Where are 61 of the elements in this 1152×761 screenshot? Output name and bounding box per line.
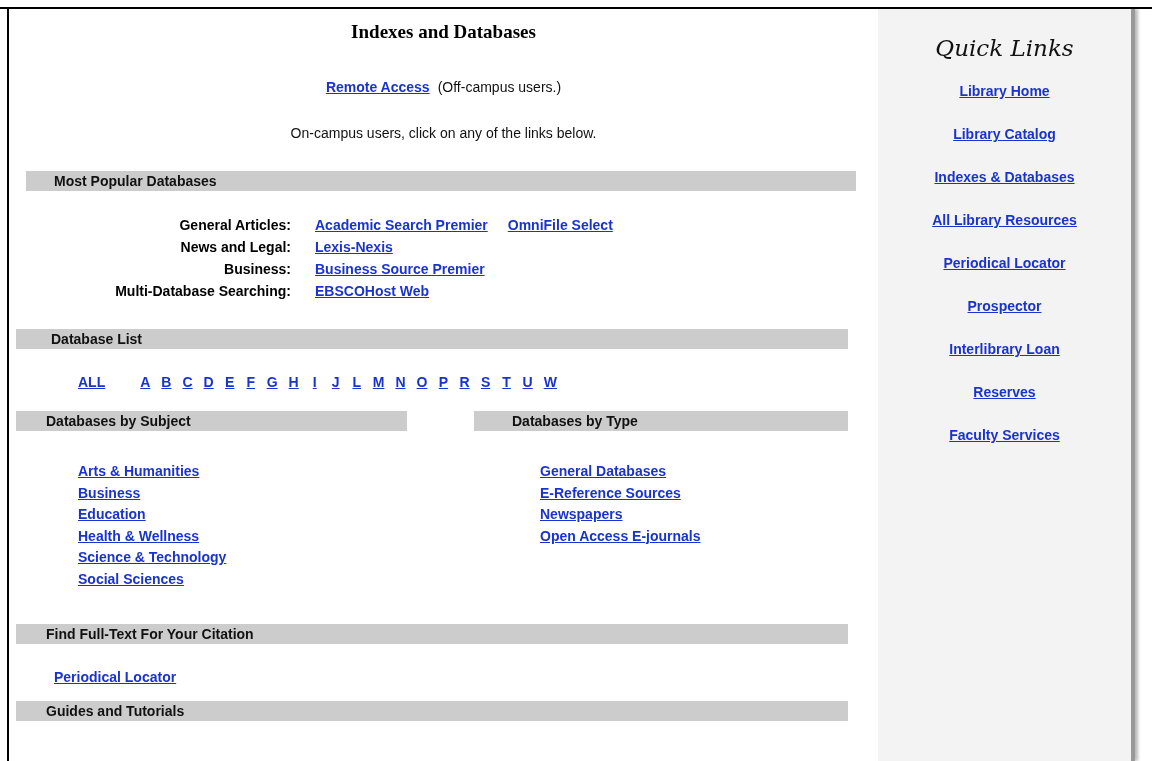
remote-access-link[interactable]: Remote Access	[325, 79, 430, 95]
subject-link[interactable]: Social Sciences	[78, 568, 407, 590]
section-heading: Most Popular Databases	[26, 171, 856, 191]
letter-link[interactable]: E	[224, 373, 235, 391]
letter-link[interactable]: H	[288, 373, 299, 391]
subject-link[interactable]: Health & Wellness	[78, 525, 407, 547]
letter-link[interactable]: S	[480, 373, 491, 391]
letter-link[interactable]: D	[203, 373, 214, 391]
section-heading: Guides and Tutorials	[16, 701, 848, 721]
type-link[interactable]: E-Reference Sources	[540, 482, 848, 504]
section-heading: Databases by Subject	[16, 411, 407, 431]
letter-link[interactable]: I	[309, 373, 320, 391]
letter-link[interactable]: J	[330, 373, 341, 391]
section-heading: Databases by Type	[474, 411, 848, 431]
type-link[interactable]: Open Access E-journals	[540, 525, 848, 547]
letter-link[interactable]: O	[416, 373, 428, 391]
remote-note: (Off-campus users.)	[437, 79, 562, 95]
section-heading: Database List	[16, 329, 848, 349]
database-link[interactable]: EBSCOHost Web	[315, 282, 430, 300]
letter-link[interactable]: A	[140, 373, 151, 391]
database-link[interactable]: Lexis-Nexis	[315, 238, 393, 256]
letter-link[interactable]: F	[245, 373, 256, 391]
page-title: Indexes and Databases	[350, 21, 537, 44]
subject-link[interactable]: Education	[78, 504, 407, 526]
quick-link[interactable]: Reserves	[973, 382, 1036, 403]
quick-links-title: Quick Links	[935, 35, 1074, 61]
letter-link[interactable]: R	[459, 373, 470, 391]
quick-link[interactable]: Library Home	[959, 81, 1050, 102]
letter-link[interactable]: P	[438, 373, 449, 391]
category-label: News and Legal:	[179, 238, 291, 256]
subject-link[interactable]: Science & Technology	[78, 547, 407, 569]
quick-link[interactable]: Library Catalog	[953, 124, 1056, 145]
type-link[interactable]: General Databases	[540, 461, 848, 483]
quick-link[interactable]: Periodical Locator	[943, 253, 1066, 274]
database-link[interactable]: OmniFile Select	[507, 216, 613, 234]
quick-link[interactable]: Interlibrary Loan	[949, 339, 1060, 360]
letter-link[interactable]: G	[266, 373, 278, 391]
quick-link[interactable]: All Library Resources	[932, 210, 1077, 231]
intro-text: On-campus users, click on any of the links below.	[289, 125, 598, 141]
category-label: General Articles:	[178, 216, 291, 234]
database-link[interactable]: Business Source Premier	[315, 260, 485, 278]
database-link[interactable]: Academic Search Premier	[315, 216, 488, 234]
type-link[interactable]: Newspapers	[540, 504, 848, 526]
letter-link[interactable]: U	[522, 373, 533, 391]
letter-link[interactable]: C	[182, 373, 193, 391]
subject-link[interactable]: Business	[78, 482, 407, 504]
quick-link[interactable]: Faculty Services	[949, 425, 1060, 446]
letter-link[interactable]: L	[351, 373, 362, 391]
quick-link[interactable]: Prospector	[967, 296, 1042, 317]
category-label: Multi-Database Searching:	[114, 282, 291, 300]
letter-link[interactable]: M	[372, 373, 385, 391]
section-heading: Find Full-Text For Your Citation	[16, 624, 848, 644]
letter-link[interactable]: W	[543, 373, 557, 391]
subject-link[interactable]: Arts & Humanities	[78, 461, 407, 483]
category-label: Business:	[223, 260, 291, 278]
periodical-locator-link[interactable]: Periodical Locator	[54, 669, 177, 685]
all-link[interactable]: ALL	[78, 373, 106, 391]
letter-link[interactable]: B	[161, 373, 172, 391]
letter-link[interactable]: T	[501, 373, 512, 391]
quick-link[interactable]: Indexes & Databases	[934, 167, 1075, 188]
letter-link[interactable]: N	[395, 373, 406, 391]
